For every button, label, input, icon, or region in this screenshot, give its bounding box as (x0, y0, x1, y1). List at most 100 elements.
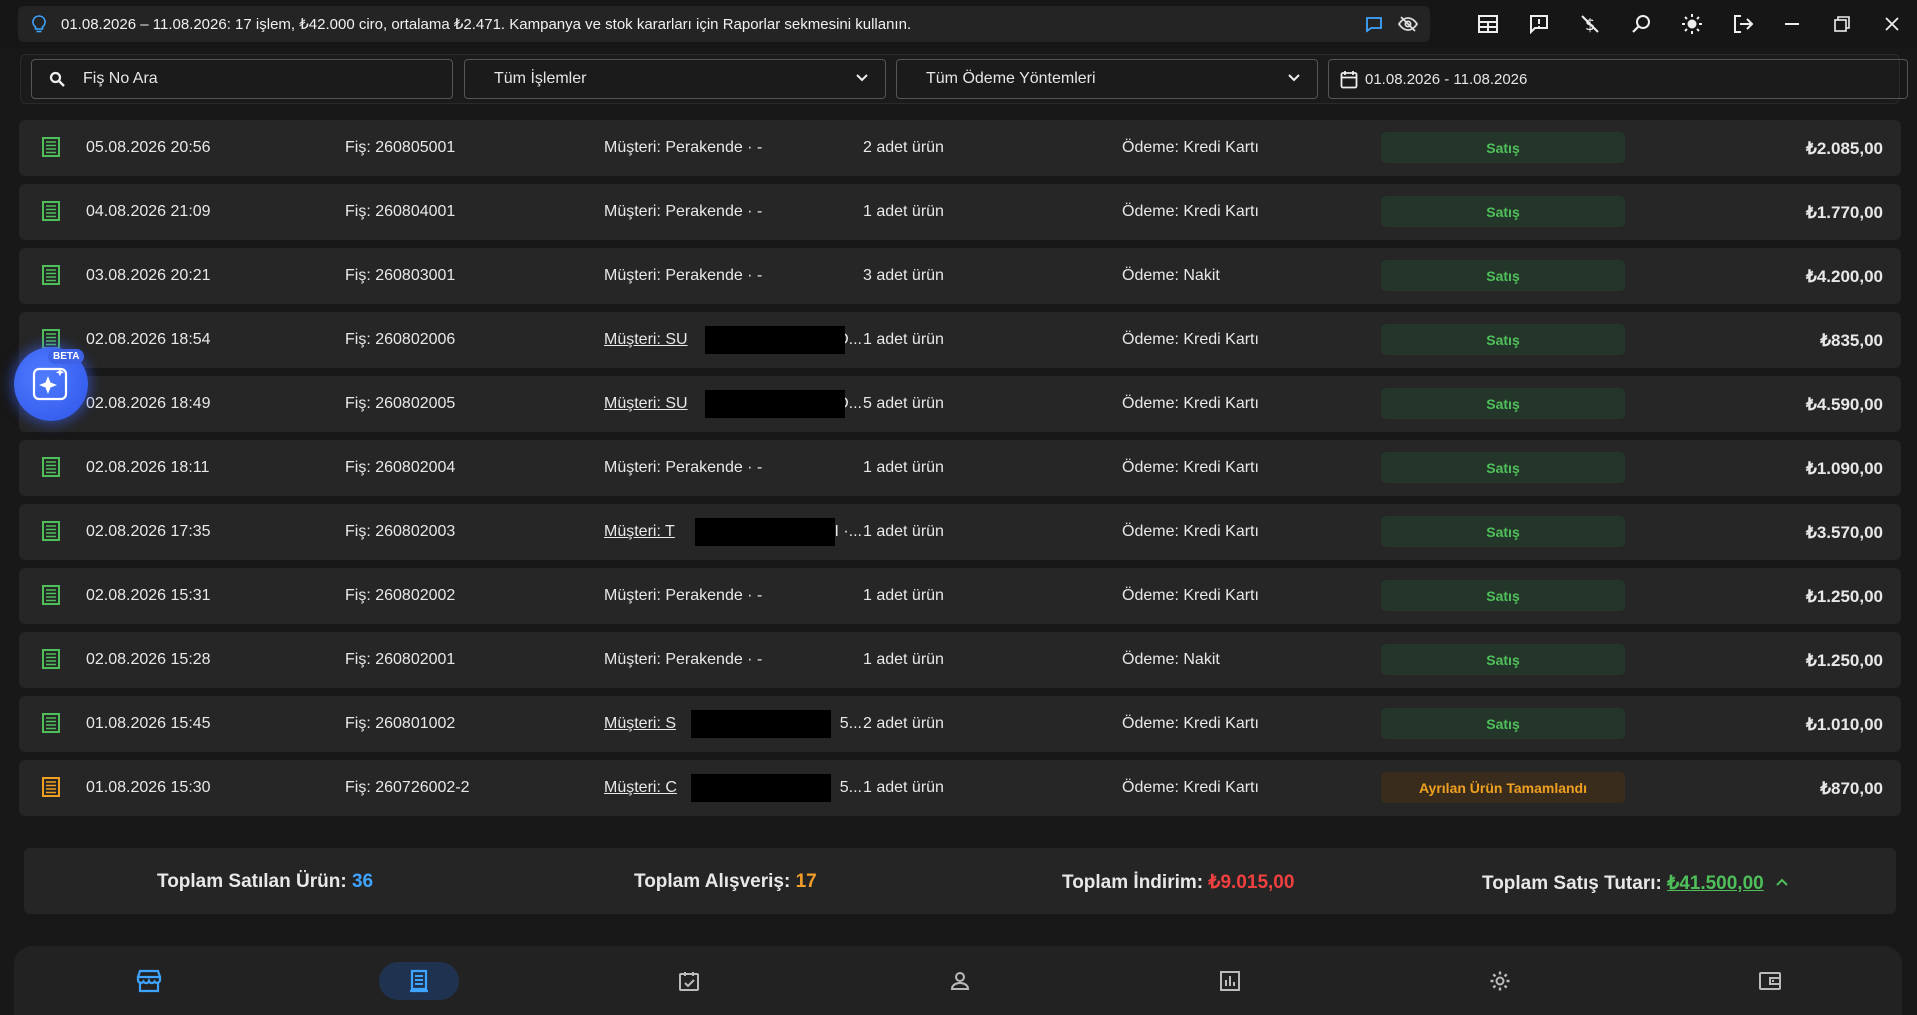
status-badge: Satış (1381, 452, 1625, 483)
payment-method: Ödeme: Kredi Kartı (1122, 331, 1259, 348)
transaction-row[interactable]: 04.08.2026 21:09 Fiş: 260804001 Müşteri:… (19, 184, 1901, 240)
payment-method: Ödeme: Nakit (1122, 651, 1220, 668)
status-badge: Satış (1381, 388, 1625, 419)
transaction-row[interactable]: 02.08.2026 15:31 Fiş: 260802002 Müşteri:… (19, 568, 1901, 624)
item-count: 1 adet ürün (863, 459, 944, 476)
receipt-icon (41, 584, 61, 611)
transaction-date: 01.08.2026 15:45 (86, 715, 211, 732)
item-count: 1 adet ürün (863, 331, 944, 348)
redaction-block (705, 326, 845, 354)
date-range-picker[interactable]: 01.08.2026 - 11.08.2026 (1328, 59, 1908, 99)
eye-off-icon[interactable] (1398, 14, 1418, 34)
receipt-search-input[interactable]: Fiş No Ara (31, 59, 453, 99)
payment-method-dropdown[interactable]: Tüm Ödeme Yöntemleri (896, 59, 1318, 99)
receipt-icon (41, 200, 61, 227)
customer-name: Müşteri: Perakende · - (604, 587, 866, 605)
receipt-icon (41, 456, 61, 483)
nav-user-icon[interactable] (920, 962, 1000, 1000)
nav-settings-icon[interactable] (1460, 962, 1540, 1000)
chevron-up-icon[interactable] (1775, 871, 1789, 893)
filter-bar: Fiş No Ara Tüm İşlemler Tüm Ödeme Yöntem… (20, 54, 1908, 104)
customer-name: Müşteri: Perakende · - (604, 651, 866, 669)
customer-text: Müşteri: Perakende · - (604, 267, 763, 284)
customer-name: Müşteri: Perakende · - (604, 203, 866, 221)
transaction-total: ₺1.250,00 (1806, 587, 1883, 606)
customer-tail: 5... (839, 779, 862, 796)
customer-text: Müşteri: Perakende · - (604, 587, 763, 604)
receipt-number: Fiş: 260802006 (345, 331, 456, 348)
transaction-total: ₺1.090,00 (1806, 459, 1883, 478)
item-count: 5 adet ürün (863, 395, 944, 412)
payment-method: Ödeme: Kredi Kartı (1122, 459, 1259, 476)
feedback-icon[interactable] (1513, 12, 1564, 36)
transaction-total: ₺835,00 (1820, 331, 1883, 350)
total-discount-value: ₺9.015,00 (1208, 872, 1295, 893)
maximize-icon[interactable] (1817, 0, 1867, 48)
transaction-total: ₺1.010,00 (1806, 715, 1883, 734)
transaction-row[interactable]: 02.08.2026 18:11 Fiş: 260802004 Müşteri:… (19, 440, 1901, 496)
operations-dropdown[interactable]: Tüm İşlemler (464, 59, 886, 99)
transaction-row[interactable]: 01.08.2026 15:30 Fiş: 260726002-2 Müşter… (19, 760, 1901, 816)
minimize-icon[interactable] (1767, 0, 1817, 48)
total-sales-value[interactable]: ₺41.500,00 (1667, 873, 1764, 894)
receipt-icon (41, 264, 61, 291)
total-sold-label: Toplam Satılan Ürün: (157, 871, 347, 892)
grid-view-icon[interactable] (1462, 12, 1513, 36)
transaction-date: 04.08.2026 21:09 (86, 203, 211, 220)
nav-store-icon[interactable] (109, 962, 189, 1000)
receipt-number: Fiş: 260802004 (345, 459, 456, 476)
transaction-total: ₺3.570,00 (1806, 523, 1883, 542)
payment-method: Ödeme: Kredi Kartı (1122, 523, 1259, 540)
customer-text: Müşteri: Perakende · - (604, 203, 763, 220)
comment-icon[interactable] (1364, 14, 1384, 34)
tip-text: 01.08.2026 – 11.08.2026: 17 işlem, ₺42.0… (61, 16, 912, 33)
customer-name: Müşteri: Perakende · - (604, 139, 866, 157)
nav-wallet-icon[interactable] (1730, 962, 1810, 1000)
transaction-row[interactable]: 02.08.2026 18:49 Fiş: 260802005 Müşteri:… (19, 376, 1901, 432)
theme-sun-icon[interactable] (1666, 12, 1717, 36)
transaction-date: 02.08.2026 18:49 (86, 395, 211, 412)
nav-tasks-icon[interactable] (649, 962, 729, 1000)
receipt-number: Fiş: 260802005 (345, 395, 456, 412)
transaction-row[interactable]: 02.08.2026 17:35 Fiş: 260802003 Müşteri:… (19, 504, 1901, 560)
logout-icon[interactable] (1717, 12, 1768, 36)
lightbulb-icon (30, 14, 48, 34)
receipt-number: Fiş: 260801002 (345, 715, 456, 732)
bottom-navigation (14, 946, 1902, 1015)
receipt-number: Fiş: 260802002 (345, 587, 456, 604)
total-shopping-value: 17 (795, 871, 817, 892)
status-badge: Satış (1381, 260, 1625, 291)
chevron-down-icon (1287, 70, 1301, 89)
search-zoom-icon[interactable] (1615, 12, 1666, 36)
receipt-icon (41, 648, 61, 675)
close-icon[interactable] (1867, 0, 1917, 48)
customer-text: Müşteri: Perakende · - (604, 651, 763, 668)
transaction-row[interactable]: 01.08.2026 15:45 Fiş: 260801002 Müşteri:… (19, 696, 1901, 752)
nav-receipts-icon[interactable] (379, 962, 459, 1000)
status-badge: Satış (1381, 580, 1625, 611)
transaction-row[interactable]: 05.08.2026 20:56 Fiş: 260805001 Müşteri:… (19, 120, 1901, 176)
payment-method: Ödeme: Kredi Kartı (1122, 395, 1259, 412)
transaction-date: 05.08.2026 20:56 (86, 139, 211, 156)
item-count: 1 adet ürün (863, 587, 944, 604)
status-badge: Ayrılan Ürün Tamamlandı (1381, 772, 1625, 803)
operations-value: Tüm İşlemler (494, 70, 587, 87)
customer-tail: 5... (839, 715, 862, 732)
money-off-icon[interactable]: $ (1564, 12, 1615, 36)
total-sold-value: 36 (351, 871, 374, 892)
total-sales: Toplam Satış Tutarı: ₺41.500,00 (1482, 871, 1789, 895)
status-badge: Satış (1381, 324, 1625, 355)
receipt-icon (41, 712, 61, 739)
nav-reports-icon[interactable] (1190, 962, 1270, 1000)
item-count: 2 adet ürün (863, 139, 944, 156)
transaction-date: 03.08.2026 20:21 (86, 267, 211, 284)
receipt-number: Fiş: 260802001 (345, 651, 456, 668)
transaction-row[interactable]: 02.08.2026 18:54 Fiş: 260802006 Müşteri:… (19, 312, 1901, 368)
transaction-date: 02.08.2026 15:28 (86, 651, 211, 668)
transaction-row[interactable]: 02.08.2026 15:28 Fiş: 260802001 Müşteri:… (19, 632, 1901, 688)
transaction-total: ₺1.770,00 (1806, 203, 1883, 222)
transaction-list: 05.08.2026 20:56 Fiş: 260805001 Müşteri:… (19, 120, 1901, 824)
calendar-icon (1340, 70, 1358, 89)
receipt-number: Fiş: 260802003 (345, 523, 456, 540)
transaction-row[interactable]: 03.08.2026 20:21 Fiş: 260803001 Müşteri:… (19, 248, 1901, 304)
